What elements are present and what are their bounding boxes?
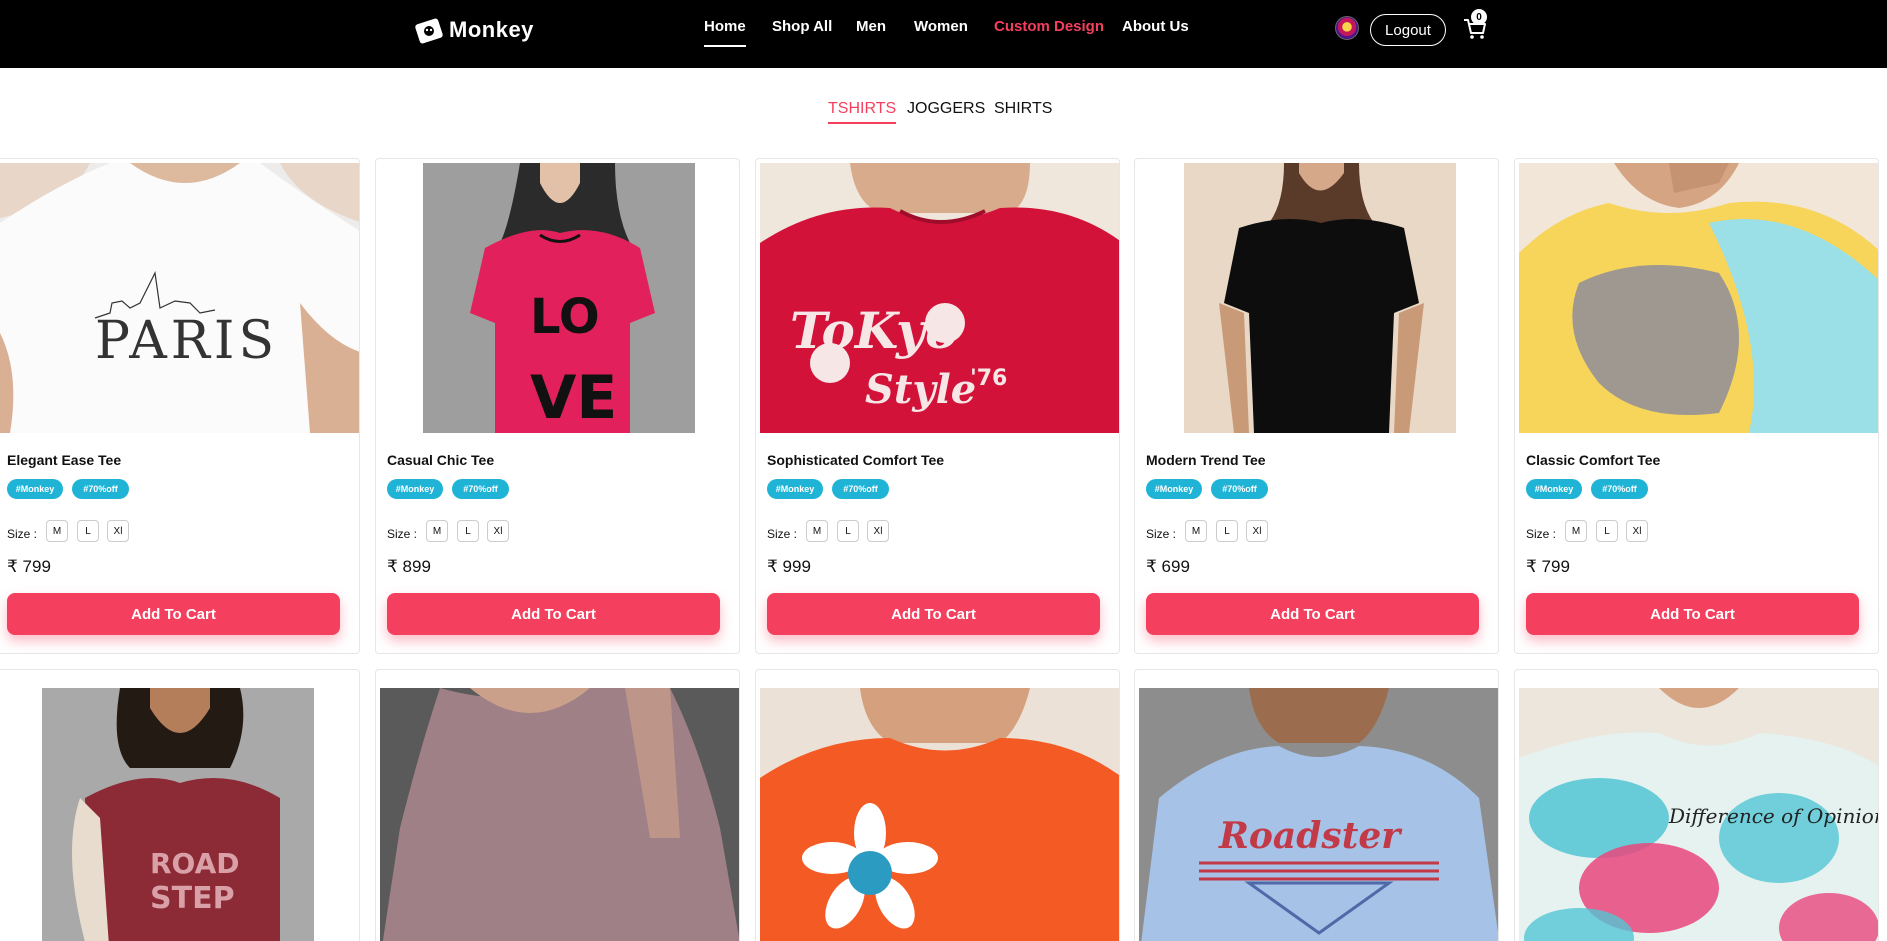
nav-shop-all[interactable]: Shop All [772,18,832,35]
size-option-m[interactable]: M [426,520,448,542]
svg-text:Difference of Opinion: Difference of Opinion [1668,804,1879,828]
user-avatar[interactable] [1335,16,1359,40]
size-label: Size : [7,527,38,541]
product-image[interactable]: ToKyo Style '76 [760,163,1120,433]
tag-badge: #Monkey [7,479,63,499]
size-option-xl[interactable]: Xl [867,520,889,542]
product-title[interactable]: Elegant Ease Tee [7,452,121,468]
product-title[interactable]: Modern Trend Tee [1146,452,1266,468]
product-card: Classic Comfort Tee #Monkey #70%off Size… [1514,158,1879,654]
tag-badge: #Monkey [387,479,443,499]
size-option-l[interactable]: L [77,520,99,542]
product-image[interactable]: PARIS [0,163,360,433]
tab-shirts[interactable]: SHIRTS [994,100,1052,118]
product-image[interactable]: LO VE [380,163,740,433]
size-option-xl[interactable]: Xl [487,520,509,542]
svg-text:VE: VE [530,363,617,433]
nav-custom-design[interactable]: Custom Design [994,18,1104,35]
product-card [755,669,1120,941]
discount-badge: #70%off [1591,479,1648,499]
product-card: Modern Trend Tee #Monkey #70%off Size : … [1134,158,1499,654]
product-card: Roadster [1134,669,1499,941]
svg-text:ROAD: ROAD [150,847,240,880]
product-price: ₹ 999 [767,557,811,576]
size-option-l[interactable]: L [1596,520,1618,542]
size-option-m[interactable]: M [806,520,828,542]
discount-badge: #70%off [1211,479,1268,499]
size-option-xl[interactable]: Xl [1246,520,1268,542]
discount-badge: #70%off [452,479,509,499]
tag-badge: #Monkey [1146,479,1202,499]
product-title[interactable]: Classic Comfort Tee [1526,452,1660,468]
size-label: Size : [1526,527,1557,541]
discount-badge: #70%off [832,479,889,499]
tab-joggers[interactable]: JOGGERS [907,100,985,118]
svg-text:Style: Style [865,366,976,413]
size-option-l[interactable]: L [1216,520,1238,542]
product-card: PARIS Elegant Ease Tee #Monkey #70%off S… [0,158,360,654]
size-option-m[interactable]: M [1185,520,1207,542]
nav-home[interactable]: Home [704,18,746,47]
product-card: ROAD STEP [0,669,360,941]
tab-tshirts[interactable]: TSHIRTS [828,100,897,124]
product-image[interactable] [380,674,740,941]
tag-badge: #Monkey [1526,479,1582,499]
size-option-m[interactable]: M [1565,520,1587,542]
add-to-cart-button[interactable]: Add To Cart [1146,593,1479,635]
nav-women[interactable]: Women [914,18,968,35]
brand-logo[interactable]: Monkey [413,12,534,48]
monkey-logo-icon [415,18,443,44]
product-image[interactable] [1519,163,1879,433]
tag-badge: #Monkey [767,479,823,499]
product-image[interactable]: ROAD STEP [0,674,360,941]
product-image[interactable]: Difference of Opinion [1519,674,1879,941]
product-image[interactable]: Roadster [1139,674,1499,941]
add-to-cart-button[interactable]: Add To Cart [7,593,340,635]
svg-text:LO: LO [530,289,600,345]
cart-count-badge: 0 [1471,9,1487,25]
product-title[interactable]: Sophisticated Comfort Tee [767,452,944,468]
product-card: LO VE Casual Chic Tee #Monkey #70%off Si… [375,158,740,654]
product-image[interactable] [1139,163,1499,433]
brand-name: Monkey [449,17,534,42]
svg-text:STEP: STEP [150,881,235,916]
product-price: ₹ 799 [7,557,51,576]
product-card [375,669,740,941]
size-label: Size : [387,527,418,541]
size-option-xl[interactable]: Xl [107,520,129,542]
product-title[interactable]: Casual Chic Tee [387,452,494,468]
product-price: ₹ 899 [387,557,431,576]
size-option-l[interactable]: L [457,520,479,542]
product-card: ToKyo Style '76 Sophisticated Comfort Te… [755,158,1120,654]
add-to-cart-button[interactable]: Add To Cart [1526,593,1859,635]
size-option-m[interactable]: M [46,520,68,542]
logout-button[interactable]: Logout [1370,14,1446,46]
size-label: Size : [1146,527,1177,541]
size-option-xl[interactable]: Xl [1626,520,1648,542]
product-price: ₹ 799 [1526,557,1570,576]
svg-text:Roadster: Roadster [1218,815,1403,857]
product-card: Difference of Opinion [1514,669,1879,941]
size-option-l[interactable]: L [837,520,859,542]
discount-badge: #70%off [72,479,129,499]
size-label: Size : [767,527,798,541]
product-image[interactable] [760,674,1120,941]
add-to-cart-button[interactable]: Add To Cart [387,593,720,635]
nav-men[interactable]: Men [856,18,886,35]
nav-about-us[interactable]: About Us [1122,18,1189,35]
svg-text:'76: '76 [970,366,1007,391]
top-navbar: Monkey Home Shop All Men Women Custom De… [0,0,1887,68]
product-price: ₹ 699 [1146,557,1190,576]
add-to-cart-button[interactable]: Add To Cart [767,593,1100,635]
svg-text:PARIS: PARIS [95,311,278,371]
